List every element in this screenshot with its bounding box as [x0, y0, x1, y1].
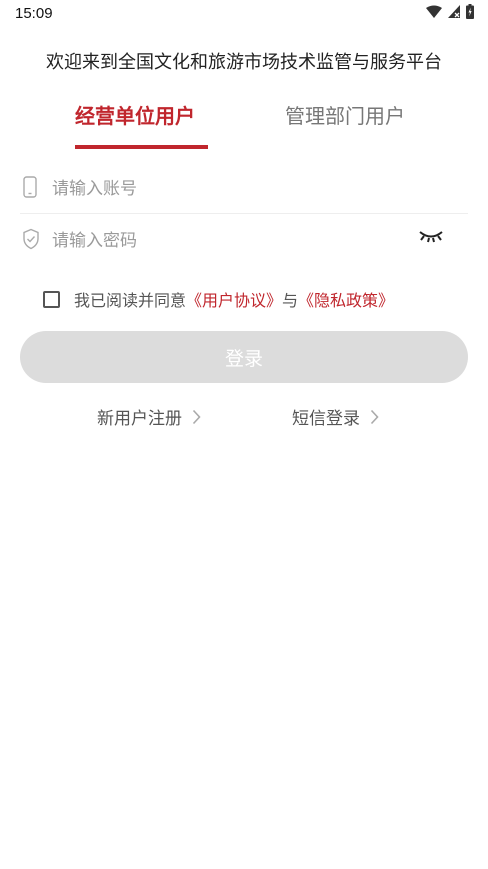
wifi-icon: [426, 5, 442, 18]
user-type-tabs: 经营单位用户 管理部门用户: [0, 100, 488, 150]
eye-closed-icon[interactable]: [418, 229, 444, 245]
tab-admin-user[interactable]: 管理部门用户: [285, 100, 405, 129]
register-label: 新用户注册: [97, 409, 182, 429]
phone-icon: [23, 176, 37, 198]
agreement-connector: 与: [282, 291, 299, 310]
account-field: [20, 163, 468, 214]
status-icons: [426, 4, 474, 19]
status-time: 15:09: [15, 5, 53, 22]
login-button[interactable]: 登录: [20, 331, 468, 383]
signal-icon: [448, 5, 460, 18]
active-tab-indicator: [75, 145, 208, 149]
account-input[interactable]: [50, 173, 414, 205]
tab-business-user[interactable]: 经营单位用户: [75, 100, 195, 129]
agreement-row: 我已阅读并同意 《用户协议》 与 《隐私政策》: [43, 287, 394, 311]
shield-icon: [23, 228, 39, 250]
page-title: 欢迎来到全国文化和旅游市场技术监管与服务平台: [46, 52, 442, 73]
password-input[interactable]: [50, 225, 414, 257]
register-link[interactable]: 新用户注册: [97, 404, 201, 429]
sms-login-label: 短信登录: [292, 409, 360, 429]
privacy-policy-link[interactable]: 《隐私政策》: [298, 287, 394, 311]
agreement-checkbox[interactable]: [43, 290, 60, 308]
chevron-right-icon: [370, 409, 379, 424]
status-bar: 15:09: [0, 0, 488, 28]
sms-login-link[interactable]: 短信登录: [292, 404, 379, 429]
agreement-prefix: 我已阅读并同意: [74, 291, 187, 310]
user-agreement-link[interactable]: 《用户协议》: [186, 287, 282, 311]
chevron-right-icon: [192, 409, 201, 424]
battery-icon: [466, 4, 474, 19]
password-field: [20, 215, 468, 265]
